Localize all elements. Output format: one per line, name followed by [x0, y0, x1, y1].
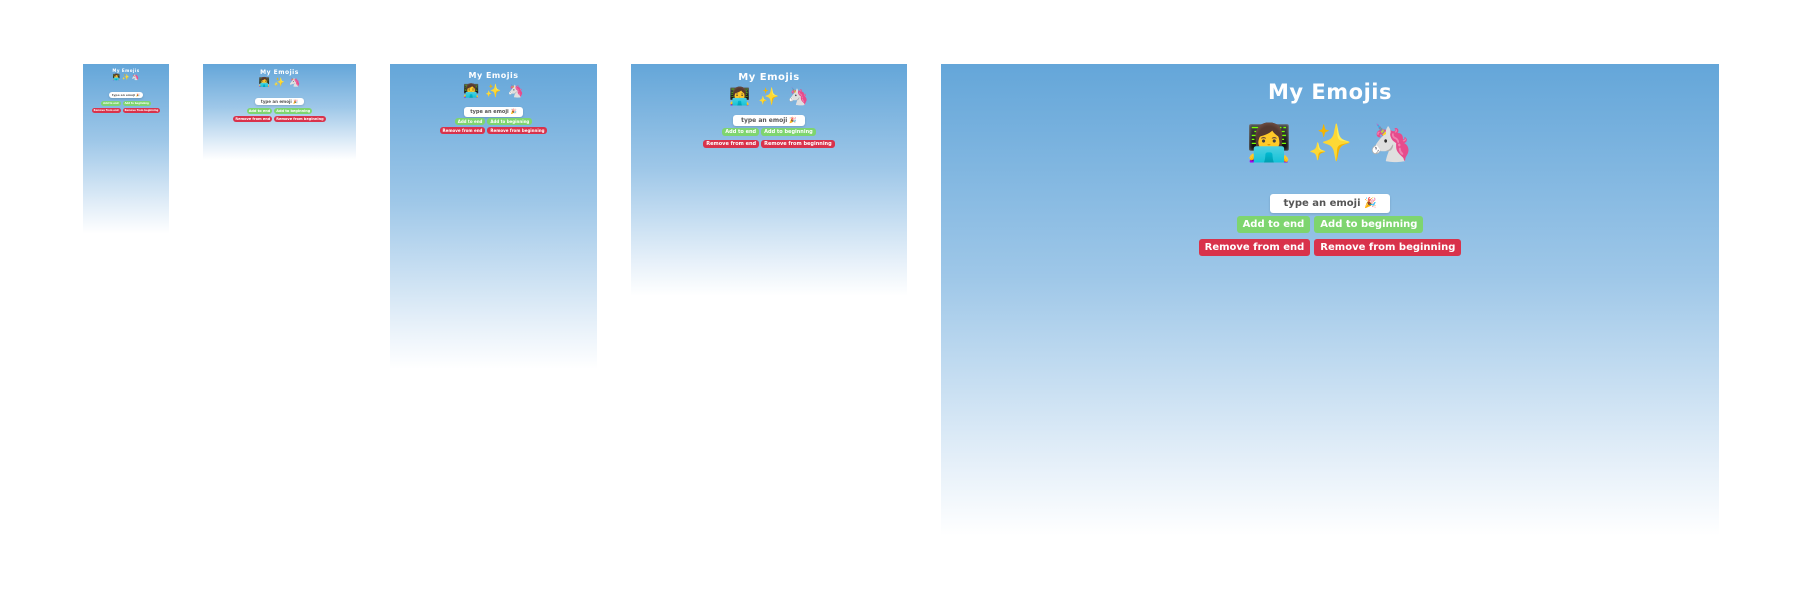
remove-from-end-button[interactable]: Remove from end — [1198, 239, 1311, 256]
remove-from-end-button[interactable]: Remove from end — [703, 140, 760, 148]
add-to-beginning-button[interactable]: Add to beginning — [274, 108, 313, 114]
preview-frame-1: My Emojis 👩‍💻 ✨ 🦄 type an emoji 🎉 Add to… — [83, 64, 169, 234]
emoji-item: 🦄 — [787, 87, 809, 107]
add-to-end-button[interactable]: Add to end — [1236, 216, 1311, 233]
emoji-item: ✨ — [1307, 123, 1353, 164]
add-to-beginning-button[interactable]: Add to beginning — [122, 101, 151, 106]
emoji-list: 👩‍💻 ✨ 🦄 — [83, 75, 169, 81]
add-button-row: Add to end Add to beginning — [203, 107, 356, 115]
emoji-item: 👩‍💻 — [112, 74, 121, 81]
emoji-input[interactable]: type an emoji 🎉 — [464, 107, 523, 117]
add-to-beginning-button[interactable]: Add to beginning — [1314, 216, 1424, 233]
remove-from-beginning-button[interactable]: Remove from beginning — [122, 108, 161, 113]
page-title: My Emojis — [738, 72, 800, 83]
add-to-end-button[interactable]: Add to end — [246, 108, 273, 114]
remove-button-row: Remove from end Remove from beginning — [203, 115, 356, 123]
page-title: My Emojis — [112, 68, 140, 73]
remove-from-end-button[interactable]: Remove from end — [233, 116, 273, 122]
add-to-end-button[interactable]: Add to end — [722, 128, 760, 136]
emoji-input[interactable]: type an emoji 🎉 — [254, 98, 305, 105]
emoji-list: 👩‍💻 ✨ 🦄 — [390, 85, 597, 98]
remove-from-end-button[interactable]: Remove from end — [439, 127, 486, 134]
add-button-row: Add to end Add to beginning — [390, 117, 597, 126]
remove-from-end-button[interactable]: Remove from end — [91, 108, 121, 113]
preview-frame-3: My Emojis 👩‍💻 ✨ 🦄 type an emoji 🎉 Add to… — [390, 64, 597, 369]
add-button-row: Add to end Add to beginning — [941, 213, 1719, 236]
page-title: My Emojis — [260, 69, 299, 76]
remove-button-row: Remove from end Remove from beginning — [941, 236, 1719, 259]
add-to-beginning-button[interactable]: Add to beginning — [761, 128, 816, 136]
page-title: My Emojis — [468, 71, 519, 80]
emoji-item: ✨ — [758, 87, 780, 107]
add-to-end-button[interactable]: Add to end — [101, 101, 121, 106]
preview-frame-2: My Emojis 👩‍💻 ✨ 🦄 type an emoji 🎉 Add to… — [203, 64, 356, 160]
remove-from-beginning-button[interactable]: Remove from beginning — [761, 140, 835, 148]
preview-frame-4: My Emojis 👩‍💻 ✨ 🦄 type an emoji 🎉 Add to… — [631, 64, 907, 296]
remove-from-beginning-button[interactable]: Remove from beginning — [274, 116, 326, 122]
remove-from-beginning-button[interactable]: Remove from beginning — [487, 127, 548, 134]
emoji-list: 👩‍💻 ✨ 🦄 — [203, 79, 356, 88]
emoji-list: 👩‍💻 ✨ 🦄 — [631, 89, 907, 106]
page-title: My Emojis — [1268, 80, 1392, 104]
emoji-item: 🦄 — [507, 84, 524, 99]
emoji-item: 👩‍💻 — [463, 84, 480, 99]
emoji-item: ✨ — [122, 74, 130, 81]
emoji-item: 👩‍💻 — [1246, 123, 1292, 164]
emoji-input[interactable]: type an emoji 🎉 — [733, 115, 805, 126]
emoji-item: 🦄 — [289, 78, 301, 88]
emoji-item: 👩‍💻 — [729, 87, 751, 107]
emoji-item: ✨ — [273, 78, 286, 88]
remove-button-row: Remove from end Remove from beginning — [631, 138, 907, 150]
add-to-beginning-button[interactable]: Add to beginning — [487, 118, 533, 125]
emoji-list: 👩‍💻 ✨ 🦄 — [941, 126, 1719, 162]
add-button-row: Add to end Add to beginning — [83, 100, 169, 107]
remove-button-row: Remove from end Remove from beginning — [83, 107, 169, 114]
emoji-input[interactable]: type an emoji 🎉 — [109, 92, 143, 98]
emoji-item: ✨ — [485, 84, 502, 99]
emoji-item: 🦄 — [1368, 123, 1414, 164]
emoji-item: 🦄 — [131, 74, 140, 81]
preview-frame-5: My Emojis 👩‍💻 ✨ 🦄 type an emoji 🎉 Add to… — [941, 64, 1719, 536]
emoji-item: 👩‍💻 — [258, 78, 270, 88]
add-to-end-button[interactable]: Add to end — [454, 118, 486, 125]
emoji-input[interactable]: type an emoji 🎉 — [1269, 194, 1391, 213]
add-button-row: Add to end Add to beginning — [631, 126, 907, 138]
remove-button-row: Remove from end Remove from beginning — [390, 126, 597, 135]
remove-from-beginning-button[interactable]: Remove from beginning — [1314, 239, 1462, 256]
